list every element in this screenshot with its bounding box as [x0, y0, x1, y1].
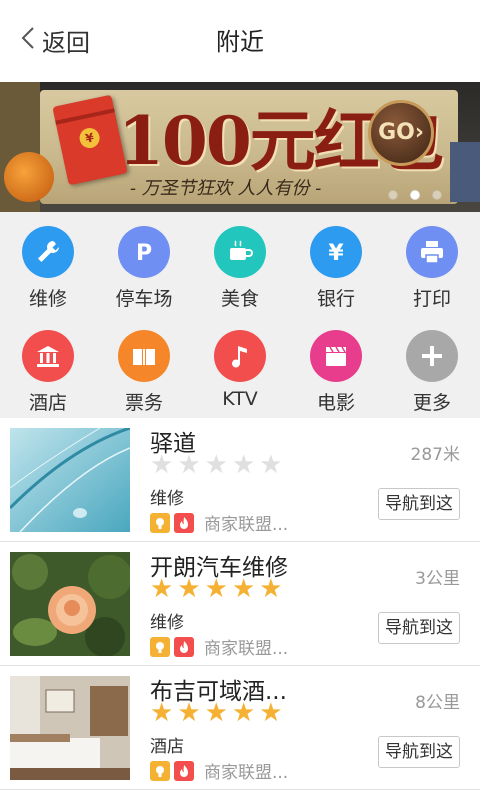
star-filled-icon: ★ [231, 698, 256, 728]
ticket-book-icon [118, 330, 170, 382]
star-empty-icon: ★ [231, 450, 256, 480]
navigate-button[interactable]: 导航到这 [378, 488, 460, 520]
banner-subline: - 万圣节狂欢 人人有份 - [130, 178, 322, 199]
fire-icon [174, 512, 194, 533]
star-filled-icon: ★ [204, 698, 228, 728]
place-category: 维修 [150, 613, 184, 633]
star-filled-icon: ★ [204, 574, 228, 604]
category-print[interactable]: 打印 [384, 212, 480, 312]
category-parking[interactable]: P 停车场 [96, 212, 192, 312]
nearby-list: 驿道 ★ ★ ★ ★ ★ 维修 287米 商家联盟... 导航到这 开朗汽车维修 ★ ★ ★ [0, 418, 480, 800]
place-distance: 3公里 [415, 569, 460, 589]
category-more[interactable]: 更多 [384, 316, 480, 416]
category-label: 停车场 [115, 288, 173, 310]
category-label: 更多 [412, 392, 451, 414]
books-icon [450, 142, 480, 202]
music-note-icon [214, 330, 266, 382]
category-tickets[interactable]: 票务 [96, 316, 192, 416]
pumpkin-icon [4, 152, 54, 202]
pagination-dot-active[interactable] [410, 190, 420, 200]
category-label: 票务 [124, 392, 163, 414]
top-bar: 返回 附近 [0, 0, 480, 82]
star-filled-icon: ★ [150, 698, 174, 728]
category-label: 酒店 [28, 392, 67, 414]
navigate-button[interactable]: 导航到这 [378, 736, 460, 768]
yen-icon: ¥ [310, 226, 362, 278]
list-item[interactable]: 开朗汽车维修 ★ ★ ★ ★ ★ 维修 3公里 商家联盟... 导航到这 [0, 542, 480, 666]
merchant-tags: 商家联盟... [150, 634, 288, 659]
fire-icon [174, 636, 194, 657]
merchant-tags: 商家联盟... [150, 758, 288, 783]
rose-thumbnail [10, 552, 130, 656]
page-title: 附近 [216, 28, 264, 56]
category-label: KTV [222, 388, 258, 410]
building-icon [22, 330, 74, 382]
category-movie[interactable]: 电影 [288, 316, 384, 416]
star-empty-icon: ★ [204, 450, 228, 480]
category-hotel[interactable]: 酒店 [0, 316, 96, 416]
place-distance: 8公里 [415, 693, 460, 713]
lightbulb-icon [150, 636, 170, 657]
category-repair[interactable]: 维修 [0, 212, 96, 312]
navigate-button[interactable]: 导航到这 [378, 612, 460, 644]
feather-thumbnail [10, 428, 130, 532]
star-filled-icon: ★ [177, 698, 201, 728]
coffee-cup-icon [214, 226, 266, 278]
lightbulb-icon [150, 512, 170, 533]
place-category: 酒店 [150, 737, 184, 757]
category-grid: 维修 P 停车场 美食 ¥ 银行 打印 酒店 票务 KTV 电影 更多 [0, 212, 480, 418]
merchant-alliance-label: 商家联盟... [204, 639, 289, 659]
category-label: 维修 [28, 288, 67, 310]
coin-icon: ¥ [77, 126, 102, 150]
lightbulb-icon [150, 760, 170, 781]
star-filled-icon: ★ [177, 574, 201, 604]
rating-stars: ★ ★ ★ ★ ★ [150, 576, 283, 602]
star-filled-icon: ★ [259, 574, 283, 604]
star-empty-icon: ★ [177, 450, 201, 480]
wrench-icon [22, 226, 74, 278]
category-bank[interactable]: ¥ 银行 [288, 212, 384, 312]
merchant-tags: 商家联盟... [150, 510, 288, 535]
category-label: 打印 [412, 288, 451, 310]
place-distance: 287米 [410, 445, 460, 465]
star-empty-icon: ★ [259, 450, 283, 480]
merchant-alliance-label: 商家联盟... [204, 763, 289, 783]
category-label: 美食 [220, 288, 259, 310]
banner-go-button[interactable]: GO› [368, 100, 434, 166]
list-item[interactable]: 驿道 ★ ★ ★ ★ ★ 维修 287米 商家联盟... 导航到这 [0, 418, 480, 542]
svg-text:P: P [136, 241, 152, 266]
star-filled-icon: ★ [150, 574, 174, 604]
merchant-alliance-label: 商家联盟... [204, 515, 289, 535]
rating-stars: ★ ★ ★ ★ ★ [150, 700, 283, 726]
svg-text:¥: ¥ [328, 241, 344, 266]
banner-pagination [388, 190, 442, 200]
category-ktv[interactable]: KTV [192, 316, 288, 416]
star-empty-icon: ★ [150, 450, 174, 480]
category-food[interactable]: 美食 [192, 212, 288, 312]
place-category: 维修 [150, 489, 184, 509]
pagination-dot[interactable] [388, 190, 398, 200]
rating-stars: ★ ★ ★ ★ ★ [150, 452, 283, 478]
star-filled-icon: ★ [259, 698, 283, 728]
pagination-dot[interactable] [432, 190, 442, 200]
printer-icon [406, 226, 458, 278]
list-item[interactable]: 布吉可域酒... ★ ★ ★ ★ ★ 酒店 8公里 商家联盟... 导航到这 [0, 666, 480, 790]
clapperboard-icon [310, 330, 362, 382]
category-label: 电影 [316, 392, 355, 414]
fire-icon [174, 760, 194, 781]
parking-icon: P [118, 226, 170, 278]
star-filled-icon: ★ [231, 574, 256, 604]
hotel-room-thumbnail [10, 676, 130, 780]
plus-icon [406, 330, 458, 382]
category-label: 银行 [316, 288, 355, 310]
